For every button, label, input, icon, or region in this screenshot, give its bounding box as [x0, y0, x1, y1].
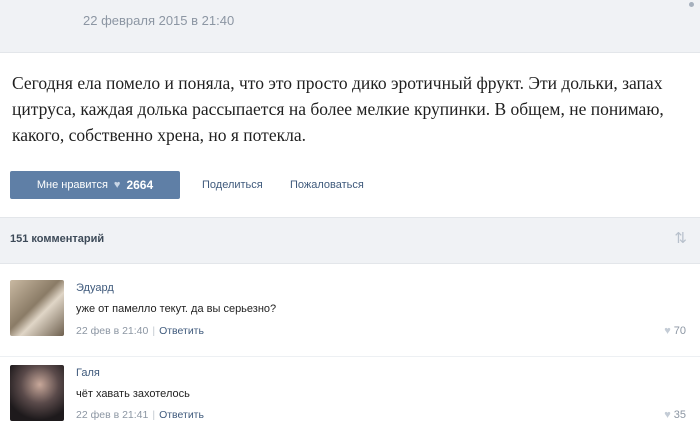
meta-separator: |	[152, 409, 156, 421]
post-header: 22 февраля 2015 в 21:40	[0, 0, 700, 53]
share-link[interactable]: Поделиться	[202, 179, 263, 191]
like-label: Мне нравится	[36, 179, 108, 191]
comment-item: Галя чёт хавать захотелось 22 фев в 21:4…	[0, 356, 700, 433]
comment-like-button[interactable]: ♥ 70	[664, 325, 686, 337]
comment-like-count: 35	[673, 409, 686, 421]
avatar[interactable]	[10, 280, 64, 336]
comment-text: уже от памелло текут. да вы серьезно?	[76, 303, 277, 315]
comment-item: Эдуард уже от памелло текут. да вы серье…	[0, 270, 700, 346]
avatar[interactable]	[10, 365, 64, 421]
comment-like-button[interactable]: ♥ 35	[664, 409, 686, 421]
comment-meta: 22 фев в 21:40 | Ответить	[76, 325, 204, 337]
comment-text: чёт хавать захотелось	[76, 388, 190, 400]
comment-like-count: 70	[673, 325, 686, 337]
post-text: Сегодня ела помело и поняла, что это про…	[12, 73, 664, 145]
report-link[interactable]: Пожаловаться	[290, 179, 364, 191]
comment-author[interactable]: Эдуард	[76, 282, 114, 294]
menu-dots-icon[interactable]	[689, 2, 694, 7]
heart-icon: ♥	[113, 179, 121, 191]
post-date[interactable]: 22 февраля 2015 в 21:40	[83, 13, 234, 28]
reply-link[interactable]: Ответить	[159, 325, 204, 337]
like-count: 2664	[126, 178, 154, 192]
comment-author[interactable]: Галя	[76, 367, 100, 379]
like-button[interactable]: Мне нравится ♥ 2664	[10, 171, 180, 199]
comments-header: 151 комментарий ⇅	[0, 217, 700, 264]
sort-icon[interactable]: ⇅	[674, 229, 686, 247]
heart-icon: ♥	[664, 409, 671, 421]
comment-date[interactable]: 22 фев в 21:41	[76, 409, 148, 421]
comment-date[interactable]: 22 фев в 21:40	[76, 325, 148, 337]
heart-icon: ♥	[664, 325, 671, 337]
meta-separator: |	[152, 325, 156, 337]
comments-count[interactable]: 151 комментарий	[10, 233, 104, 245]
comment-meta: 22 фев в 21:41 | Ответить	[76, 409, 204, 421]
reply-link[interactable]: Ответить	[159, 409, 204, 421]
